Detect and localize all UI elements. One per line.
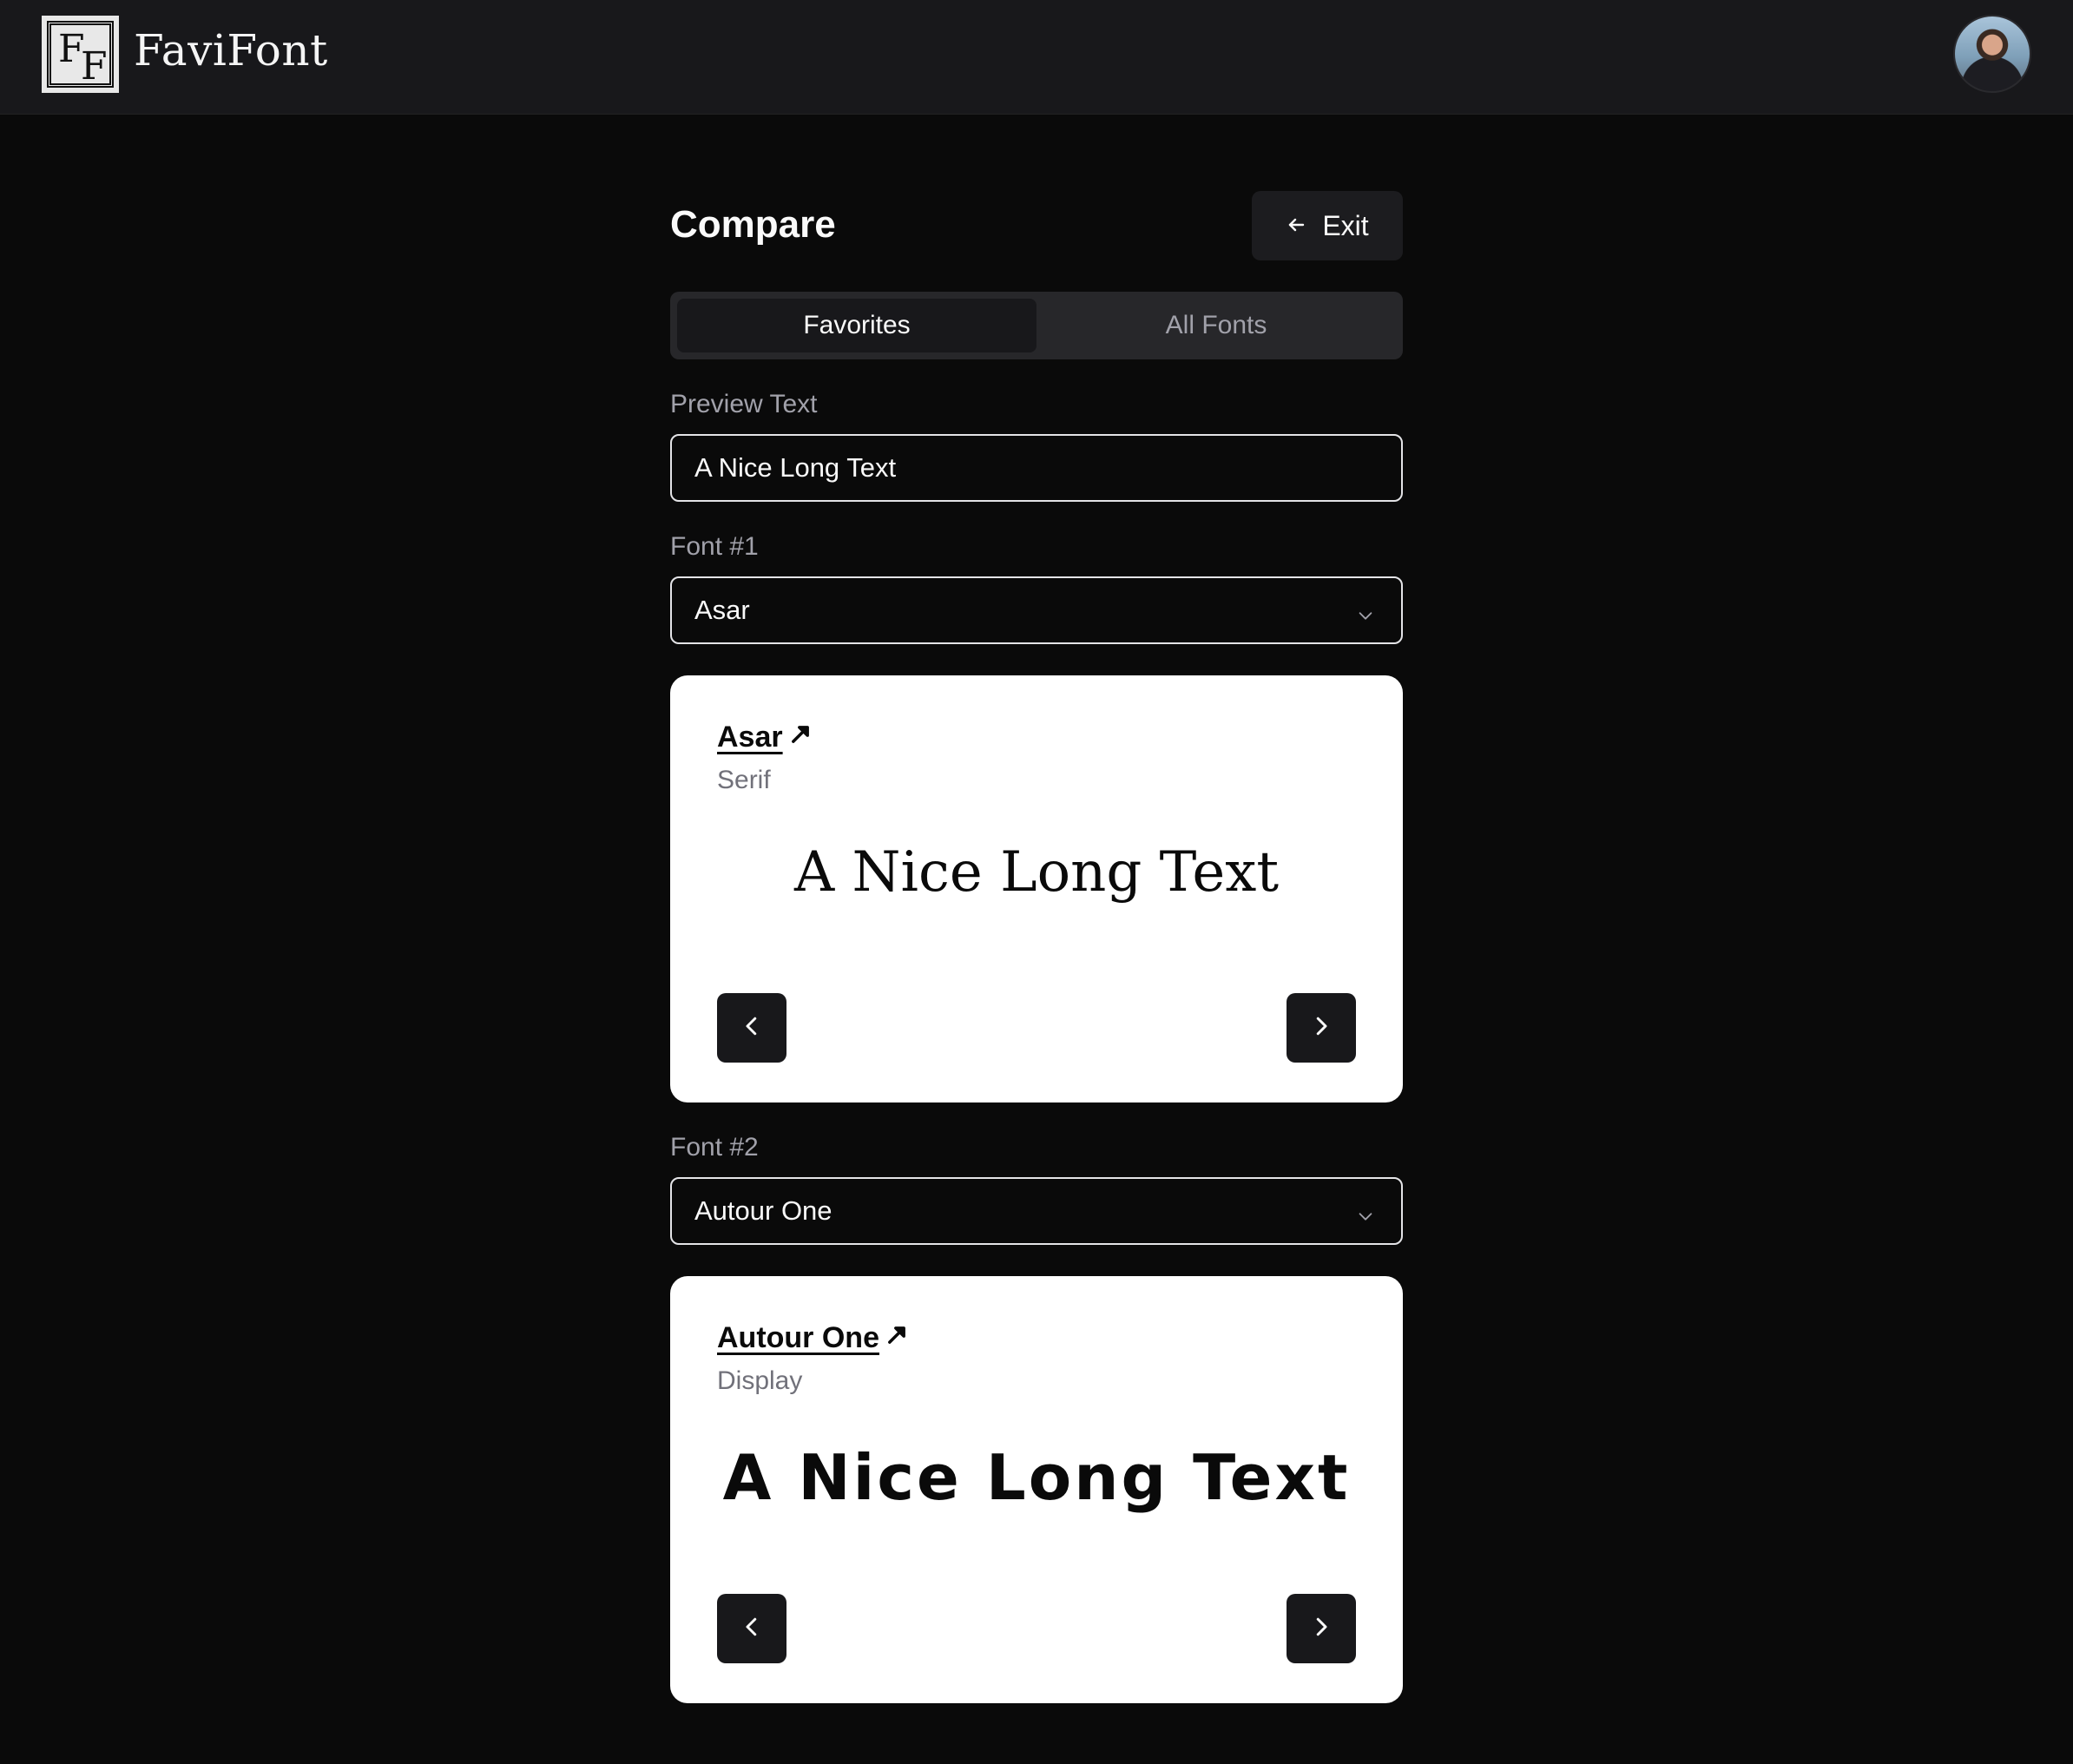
tab-all-fonts[interactable]: All Fonts <box>1036 299 1396 352</box>
font-2-next-button[interactable] <box>1287 1594 1356 1663</box>
font-2-selected-value: Autour One <box>694 1195 832 1226</box>
exit-label: Exit <box>1322 209 1369 241</box>
font-2-card: Autour One Display A Nice Long Text <box>670 1276 1403 1703</box>
favifont-logo[interactable]: F F <box>42 16 119 93</box>
arrow-up-right-icon <box>788 721 813 754</box>
font-1-prev-button[interactable] <box>717 993 786 1063</box>
font-2-label: Font #2 <box>670 1133 759 1162</box>
font-2-category: Display <box>717 1366 803 1395</box>
compare-panel: Compare Exit Favorites All Fonts Preview… <box>670 191 1403 1703</box>
font-1-category: Serif <box>717 766 771 794</box>
title-row: Compare Exit <box>670 191 1403 260</box>
font-1-name-link[interactable]: Asar <box>717 721 813 754</box>
font-1-card: Asar Serif A Nice Long Text <box>670 675 1403 1102</box>
tab-favorites[interactable]: Favorites <box>677 299 1036 352</box>
logo-letter-2: F <box>81 44 108 89</box>
arrow-left-icon <box>1286 210 1306 242</box>
page-title: Compare <box>670 203 836 246</box>
preview-text-label: Preview Text <box>670 390 818 418</box>
font-1-sample-text: A Nice Long Text <box>793 840 1280 905</box>
exit-button[interactable]: Exit <box>1252 191 1403 260</box>
font-2-name: Autour One <box>717 1321 879 1354</box>
chevron-down-icon <box>1356 601 1375 620</box>
font-1-select[interactable]: Asar <box>670 576 1403 644</box>
user-avatar[interactable] <box>1953 15 2031 93</box>
font-1-name: Asar <box>717 721 783 754</box>
arrow-up-right-icon <box>885 1321 909 1355</box>
logo-frame: F F <box>49 23 111 89</box>
chevron-right-icon <box>1308 1614 1334 1644</box>
top-navigation-bar: F F FaviFont <box>0 0 2073 115</box>
font-2-name-link[interactable]: Autour One <box>717 1321 909 1355</box>
preview-text-input[interactable] <box>670 434 1403 502</box>
font-1-selected-value: Asar <box>694 595 750 625</box>
brand-name[interactable]: FaviFont <box>134 24 328 76</box>
chevron-left-icon <box>739 1614 765 1644</box>
chevron-left-icon <box>739 1013 765 1043</box>
font-1-next-button[interactable] <box>1287 993 1356 1063</box>
font-1-label: Font #1 <box>670 532 759 561</box>
font-2-select[interactable]: Autour One <box>670 1177 1403 1245</box>
chevron-right-icon <box>1308 1013 1334 1043</box>
view-tabs: Favorites All Fonts <box>670 292 1403 359</box>
font-2-prev-button[interactable] <box>717 1594 786 1663</box>
font-2-sample-text: A Nice Long Text <box>722 1441 1351 1514</box>
chevron-down-icon <box>1356 1201 1375 1221</box>
